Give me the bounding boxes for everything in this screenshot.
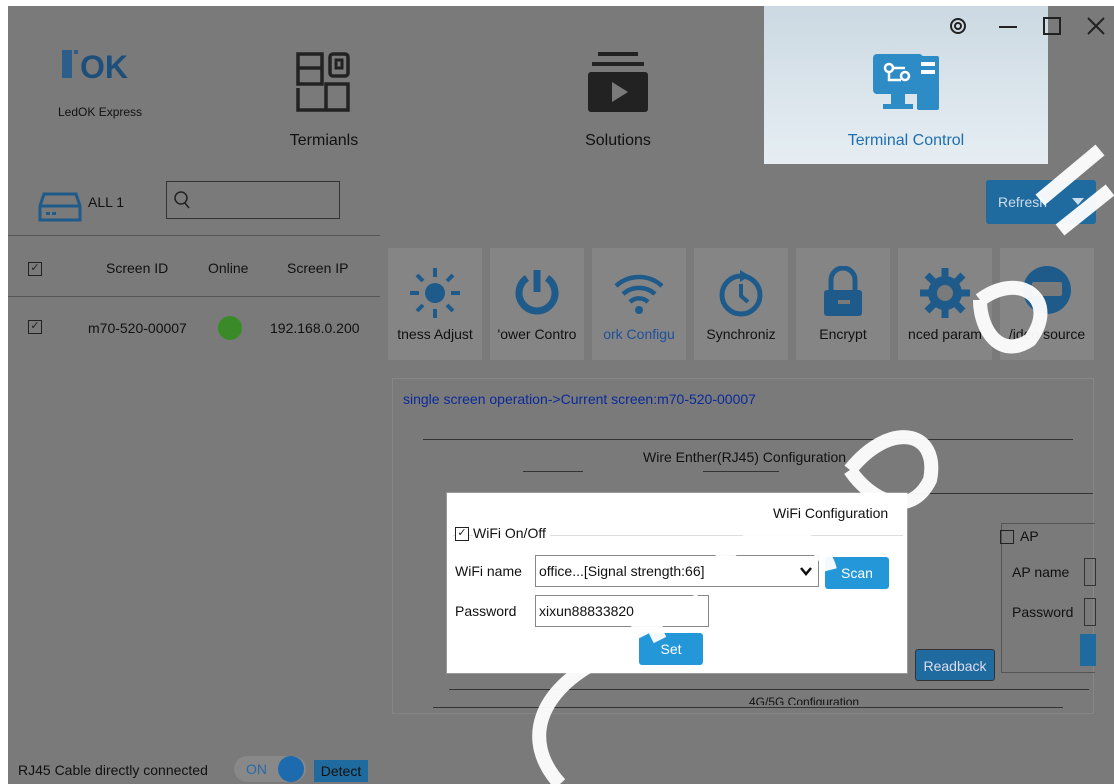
wifi-toggle-label: WiFi On/Off (473, 525, 550, 541)
tool-power[interactable]: 'ower Contro (490, 248, 584, 360)
tool-label: Synchroniz (706, 326, 776, 342)
toggle-knob (278, 756, 304, 782)
gear-icon[interactable] (948, 16, 968, 36)
ap-set-button[interactable] (1080, 634, 1096, 666)
app-name: LedOK Express (58, 105, 143, 119)
io-config-title: 4G/5G Configuration (749, 695, 860, 705)
online-status-dot (218, 316, 242, 340)
gear-icon (920, 268, 970, 318)
row-checkbox[interactable]: ✓ (28, 320, 42, 334)
ap-password-input[interactable] (1084, 598, 1096, 626)
ledok-logo: OK (62, 49, 128, 84)
tool-video-source[interactable]: /ideo source (1000, 248, 1094, 360)
maximize-icon[interactable] (1042, 16, 1062, 36)
column-header: Screen ID (106, 260, 169, 276)
toggle-label: ON (246, 761, 267, 777)
wifi-name-label: WiFi name (455, 563, 522, 579)
ap-name-input[interactable] (1084, 558, 1096, 586)
wifi-password-input[interactable]: xixun88833820 (535, 595, 709, 627)
ap-group: AP AP name Password (1000, 523, 1096, 673)
search-input[interactable] (166, 181, 340, 219)
wifi-name-select[interactable]: office...[Signal strength:66] (535, 555, 819, 587)
divider (703, 471, 779, 472)
wifi-password-value: xixun88833820 (539, 603, 634, 619)
tool-network-config[interactable]: ork Configu (592, 248, 686, 360)
wifi-name-value: office...[Signal strength:66] (539, 563, 705, 579)
column-header: Online (208, 260, 249, 276)
detect-button[interactable]: Detect (314, 760, 368, 782)
connection-status: RJ45 Cable directly connected (18, 762, 208, 778)
power-icon (515, 270, 559, 315)
breadcrumb: single screen operation->Current screen:… (403, 391, 756, 407)
chevron-down-icon (800, 567, 812, 576)
control-toolbar: tness Adjust 'ower Contro ork Configu Sy… (380, 242, 1114, 364)
connection-toggle[interactable]: ON (234, 756, 306, 782)
terminal-control-icon (873, 54, 939, 110)
tool-label: Encrypt (819, 326, 867, 342)
ap-name-label: AP name (1012, 564, 1070, 580)
all-count: ALL 1 (88, 194, 125, 210)
tool-advanced-params[interactable]: nced param (898, 248, 992, 360)
divider (449, 689, 1089, 690)
ap-label: AP (1020, 528, 1039, 544)
tab-solutions[interactable]: Solutions (530, 6, 706, 164)
tab-terminals[interactable]: Termianls (234, 6, 414, 164)
search-icon (174, 191, 190, 209)
refresh-label: Refresh (998, 194, 1048, 210)
divider (8, 296, 380, 297)
logo-text: OK (80, 49, 128, 84)
tool-label: nced param (908, 326, 982, 342)
select-all-checkbox[interactable]: ✓ (28, 262, 42, 276)
ap-checkbox[interactable] (1000, 530, 1014, 544)
table-row[interactable]: ✓ m70-520-00007 192.168.0.200 (8, 308, 380, 348)
divider (433, 707, 1063, 708)
status-bar: RJ45 Cable directly connected ON Detect (8, 748, 1114, 784)
tool-synchronize[interactable]: Synchroniz (694, 248, 788, 360)
readback-button[interactable]: Readback (915, 649, 995, 681)
tool-label: ork Configu (603, 326, 675, 342)
refresh-button[interactable]: Refresh (986, 180, 1096, 224)
close-icon[interactable] (1086, 16, 1106, 36)
dialog-title: WiFi Configuration (773, 505, 889, 521)
screen-id: m70-520-00007 (88, 320, 187, 336)
app-window: OK LedOK Express Termianls Solutions Ter… (8, 6, 1114, 784)
device-list-panel: ✓ Screen ID Online Screen IP ✓ m70-520-0… (8, 236, 380, 748)
wifi-password-label: Password (455, 603, 517, 619)
divider (423, 439, 1073, 440)
column-header: Screen IP (287, 260, 349, 276)
scan-button[interactable]: Scan (825, 557, 889, 589)
divider (523, 471, 583, 472)
wifi-config-dialog: WiFi Configuration ✓ WiFi On/Off WiFi na… (446, 492, 908, 674)
wire-config-title: Wire Enther(RJ45) Configuration (643, 449, 847, 465)
tool-label: 'ower Contro (497, 326, 577, 342)
tab-label: Solutions (585, 132, 651, 149)
tab-label: Terminal Control (847, 132, 965, 149)
terminals-icon (296, 52, 350, 112)
lock-icon (824, 266, 862, 316)
divider (893, 493, 1093, 494)
tool-label: /ideo source (1008, 326, 1086, 342)
device-icon (38, 192, 82, 222)
wifi-icon (614, 274, 664, 314)
ap-password-label: Password (1012, 604, 1074, 620)
tool-brightness[interactable]: tness Adjust (388, 248, 482, 360)
tool-label: tness Adjust (397, 326, 473, 342)
tool-encrypt[interactable]: Encrypt (796, 248, 890, 360)
solutions-icon (588, 52, 648, 112)
clock-sync-icon (719, 270, 763, 317)
minimize-icon[interactable] (998, 16, 1018, 36)
screen-ip: 192.168.0.200 (270, 320, 360, 336)
hdmi-icon (1023, 266, 1071, 314)
set-button[interactable]: Set (639, 633, 703, 665)
brightness-icon (410, 268, 460, 318)
device-filter-bar: ALL 1 (8, 164, 380, 236)
top-header: OK LedOK Express Termianls Solutions Ter… (8, 6, 1114, 164)
wifi-toggle-checkbox[interactable]: ✓ (455, 527, 469, 541)
tab-label: Termianls (289, 132, 359, 149)
chevron-down-icon[interactable] (1072, 198, 1084, 206)
